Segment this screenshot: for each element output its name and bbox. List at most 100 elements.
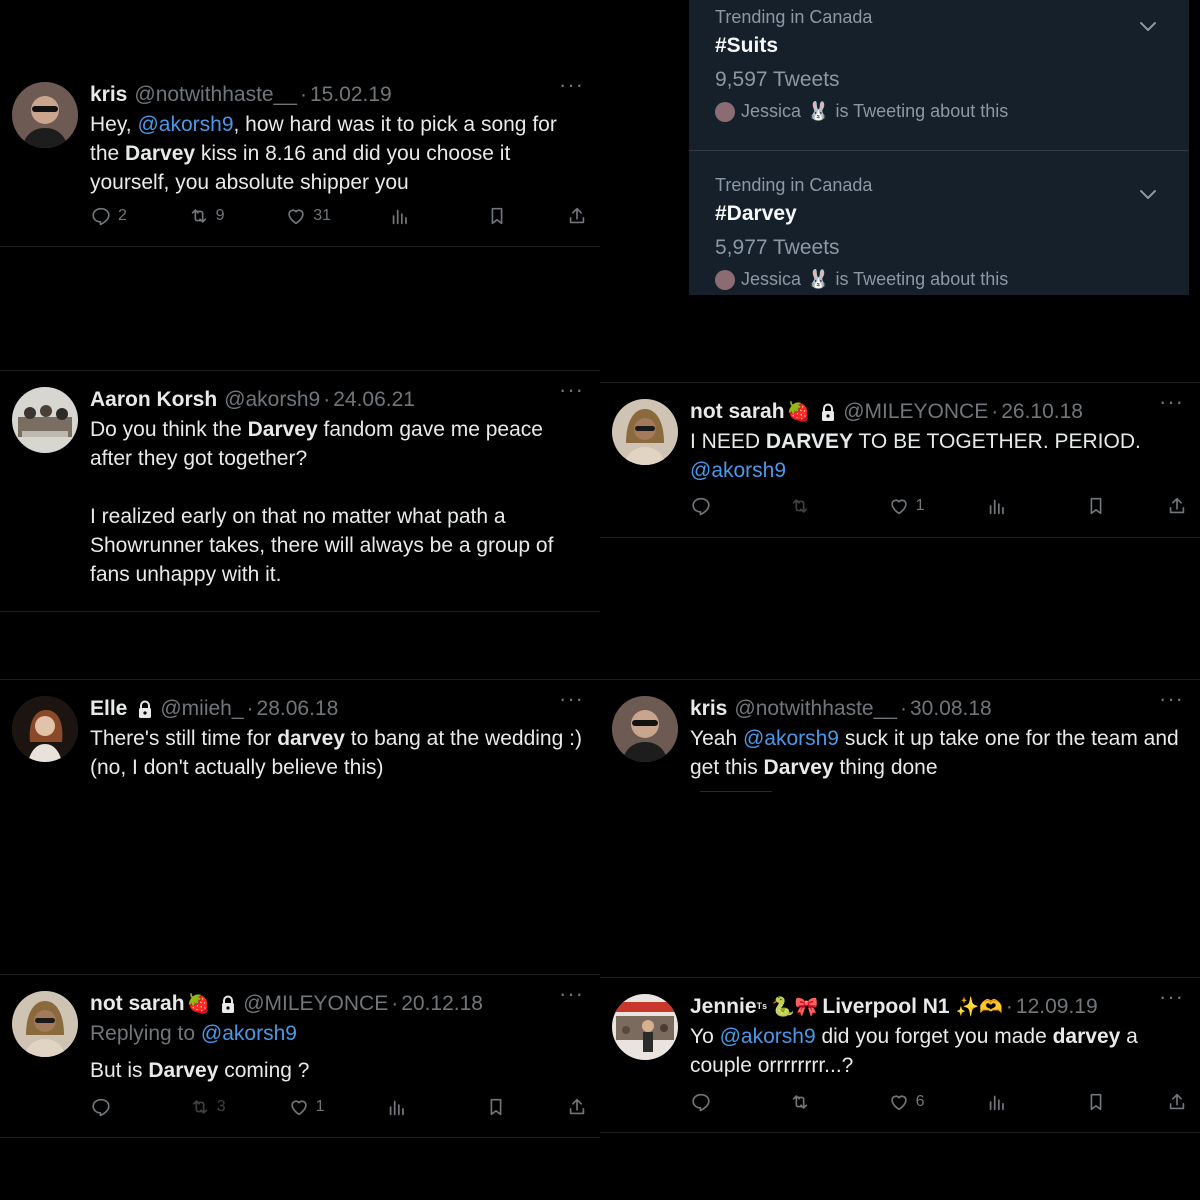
tweet-card[interactable]: Elle @miieh_ · 28.06.18 ··· There's stil… [0,682,600,822]
text-segment: TO BE TOGETHER. PERIOD. [853,430,1141,453]
mention-link[interactable]: @akorsh9 [201,1022,297,1045]
replying-prefix: Replying to [90,1022,201,1045]
avatar[interactable] [12,696,78,762]
highlight-word: Darvey [247,418,318,441]
text-segment: There's still time for [90,727,278,750]
text-segment: to bang at the wedding :) [344,727,582,750]
share-button[interactable] [1166,495,1188,517]
like-button[interactable]: 6 [888,1091,928,1113]
tweet-header: Elle @miieh_ · 28.06.18 [90,694,600,724]
tweet-card[interactable]: kris @notwithhaste__ · 15.02.19 ··· Hey,… [0,68,600,246]
more-options-icon[interactable]: ··· [559,72,584,98]
separator-dot: · [299,83,307,106]
more-options-icon[interactable]: ··· [1159,984,1184,1010]
display-name[interactable]: kris [90,83,127,107]
user-handle[interactable]: @miieh_ [160,697,243,721]
views-button[interactable] [389,205,429,227]
tweet-actions: 6 [690,1087,1188,1117]
retweet-button[interactable] [789,1091,829,1113]
retweet-button[interactable]: 3 [189,1096,229,1118]
trend-item-suits[interactable]: Trending in Canada #Suits 9,597 Tweets J… [715,7,1169,122]
trend-hashtag[interactable]: #Suits [715,34,1169,58]
snake-bow-emoji: 🐍🎀 [771,997,819,1018]
reply-button[interactable]: 2 [90,205,130,227]
tweet-card[interactable]: kris @notwithhaste__ · 30.08.18 ··· Yeah… [600,682,1200,802]
more-options-icon[interactable]: ··· [559,686,584,712]
display-name[interactable]: kris [690,697,727,721]
user-handle[interactable]: @notwithhaste__ [734,697,897,721]
tweet-card[interactable]: not sarah 🍓 @MILEYONCE · 26.10.18 ··· I … [600,385,1200,537]
tweet-date[interactable]: 26.10.18 [1001,400,1083,424]
avatar[interactable] [12,387,78,453]
tweet-date[interactable]: 15.02.19 [310,83,392,107]
trend-meta: Trending in Canada [715,7,873,27]
trend-item-darvey[interactable]: Trending in Canada #Darvey 5,977 Tweets … [715,175,1169,290]
share-icon [569,1098,585,1115]
reply-button[interactable] [690,1091,730,1113]
text-segment: thing done [833,756,938,779]
share-button[interactable] [566,205,588,227]
avatar[interactable] [612,399,678,465]
tweet-date[interactable]: 12.09.19 [1016,995,1098,1019]
reply-icon [92,207,110,226]
avatar[interactable] [12,82,78,148]
tweet-header: Aaron Korsh @akorsh9 · 24.06.21 [90,385,600,415]
avatar[interactable] [612,696,678,762]
user-handle[interactable]: @MILEYONCE [843,400,988,424]
avatar[interactable] [12,991,78,1057]
more-options-icon[interactable]: ··· [559,981,584,1007]
tweet-card[interactable]: Jennie ᵀˢ 🐍🎀 Liverpool N1 ✨🫶 · 12.09.19 … [600,980,1200,1132]
retweet-icon [192,1100,208,1114]
user-handle[interactable]: @MILEYONCE [243,992,388,1016]
tweet-header: Jennie ᵀˢ 🐍🎀 Liverpool N1 ✨🫶 · 12.09.19 [690,992,1200,1022]
more-options-icon[interactable]: ··· [559,377,584,403]
trend-tweet-count: 9,597 Tweets [715,68,840,91]
mention-link[interactable]: @akorsh9 [137,113,233,136]
views-button[interactable] [386,1096,426,1118]
chevron-down-icon[interactable] [1137,15,1159,37]
retweet-button[interactable]: 9 [188,205,228,227]
replying-to: Replying to @akorsh9 [90,1019,590,1048]
mention-link[interactable]: @akorsh9 [690,459,786,482]
user-handle[interactable]: @notwithhaste__ [134,83,297,107]
avatar[interactable] [612,994,678,1060]
tweet-date[interactable]: 30.08.18 [910,697,992,721]
retweet-button[interactable] [789,495,829,517]
bookmark-icon [1090,1093,1102,1111]
mention-link[interactable]: @akorsh9 [720,1025,816,1048]
share-button[interactable] [1166,1091,1188,1113]
tweet-card[interactable]: Aaron Korsh @akorsh9 · 24.06.21 ··· Do y… [0,373,600,611]
views-button[interactable] [986,495,1026,517]
bookmark-button[interactable] [1085,1091,1107,1113]
bookmark-button[interactable] [1085,495,1107,517]
tweet-date[interactable]: 28.06.18 [257,697,339,721]
views-button[interactable] [986,1091,1026,1113]
like-button[interactable]: 31 [285,205,331,227]
reply-button[interactable] [90,1096,130,1118]
tweet-date[interactable]: 20.12.18 [401,992,483,1016]
display-name[interactable]: Jennie [690,995,757,1019]
separator-dot: · [246,697,254,720]
display-name[interactable]: Aaron Korsh [90,388,217,412]
views-icon [990,499,1005,515]
more-options-icon[interactable]: ··· [1159,686,1184,712]
tweet-card[interactable]: not sarah 🍓 @MILEYONCE · 20.12.18 ··· Re… [0,977,600,1137]
bookmark-button[interactable] [485,1096,507,1118]
display-name[interactable]: Elle [90,697,127,721]
like-button[interactable]: 1 [288,1096,328,1118]
mention-link[interactable]: @akorsh9 [743,727,839,750]
more-options-icon[interactable]: ··· [1159,389,1184,415]
separator-dot: · [391,992,399,1015]
separator-dot: · [323,388,331,411]
bookmark-button[interactable] [486,205,508,227]
display-name[interactable]: not sarah [90,992,185,1016]
display-name[interactable]: not sarah [690,400,785,424]
user-handle[interactable]: @akorsh9 [224,388,320,412]
reply-button[interactable] [690,495,730,517]
trend-hashtag[interactable]: #Darvey [715,202,1169,226]
divider [600,1132,1200,1133]
like-button[interactable]: 1 [888,495,928,517]
chevron-down-icon[interactable] [1137,183,1159,205]
share-button[interactable] [566,1096,588,1118]
tweet-date[interactable]: 24.06.21 [333,388,415,412]
